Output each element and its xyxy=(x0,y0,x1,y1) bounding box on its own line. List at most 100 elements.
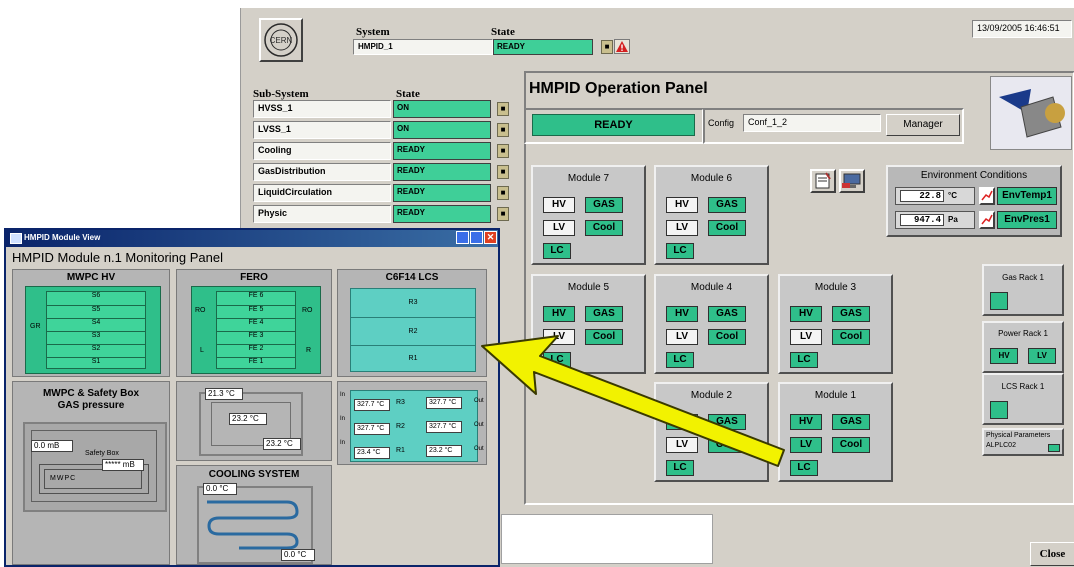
module-title: Module 6 xyxy=(690,173,733,184)
hv-button[interactable]: HV xyxy=(666,197,698,213)
lock-icon[interactable]: ■ xyxy=(497,186,509,200)
fero-row[interactable]: FE 4 xyxy=(217,318,295,332)
lcs-in-temp: 327.7 °C xyxy=(354,399,390,411)
hv-sector[interactable]: S1 xyxy=(47,357,145,370)
fero-row[interactable]: FE 3 xyxy=(217,331,295,345)
power-rack-panel[interactable]: Power Rack 1 HV LV xyxy=(982,321,1064,373)
gas-button[interactable]: GAS xyxy=(585,306,623,322)
safety-box-label: Safety Box xyxy=(85,450,119,457)
subsystem-name: HVSS_1 xyxy=(253,100,391,118)
warning-icon[interactable] xyxy=(614,39,630,54)
gas-button[interactable]: GAS xyxy=(832,306,870,322)
power-lv-button[interactable]: LV xyxy=(1028,348,1056,364)
lock-icon[interactable]: ■ xyxy=(497,144,509,158)
hv-sector[interactable]: S4 xyxy=(47,318,145,332)
subsystem-state[interactable]: READY xyxy=(393,184,491,202)
cool-button[interactable]: Cool xyxy=(832,329,870,345)
module-view-title: HMPID Module n.1 Monitoring Panel xyxy=(12,250,223,265)
config-input[interactable]: Conf_1_2 xyxy=(743,114,881,132)
cool-button[interactable]: Cool xyxy=(708,220,746,236)
env-pres-button[interactable]: EnvPres1 xyxy=(997,211,1057,229)
lcs-radiator-label: R3 xyxy=(396,399,405,406)
fero-row[interactable]: FE 6 xyxy=(217,292,295,305)
system-state-badge[interactable]: READY xyxy=(493,39,593,55)
gas-button[interactable]: GAS xyxy=(832,414,870,430)
lock-icon[interactable]: ■ xyxy=(497,165,509,179)
physical-parameters-panel[interactable]: Physical Parameters ALPLC02 xyxy=(982,428,1064,456)
system-label: System xyxy=(356,26,390,38)
cool-button[interactable]: Cool xyxy=(832,437,870,453)
lcs-out-temp: 327.7 °C xyxy=(426,397,462,409)
subsystem-state[interactable]: READY xyxy=(393,205,491,223)
ready-button[interactable]: READY xyxy=(532,114,695,136)
cool-button[interactable]: Cool xyxy=(585,220,623,236)
module-7[interactable]: Module 7 HV GAS LV Cool LC xyxy=(531,165,646,265)
module-title: Module 7 xyxy=(567,173,610,184)
system-field: HMPID_1 xyxy=(353,39,493,55)
gas-button[interactable]: GAS xyxy=(708,306,746,322)
window-icon xyxy=(10,233,22,244)
lcs-rack-status[interactable] xyxy=(990,401,1008,419)
hv-sector[interactable]: S6 xyxy=(47,292,145,305)
hv-button[interactable]: HV xyxy=(543,306,575,322)
gas-button[interactable]: GAS xyxy=(708,197,746,213)
lv-button[interactable]: LV xyxy=(666,220,698,236)
manager-button[interactable]: Manager xyxy=(886,114,960,136)
message-area xyxy=(501,514,713,564)
lcs-radiator[interactable]: R2 xyxy=(351,317,475,346)
fero-row[interactable]: FE 1 xyxy=(217,357,295,370)
hv-sector[interactable]: S3 xyxy=(47,331,145,345)
subsystem-state[interactable]: READY xyxy=(393,142,491,160)
minimize-button[interactable] xyxy=(456,231,469,244)
lcs-rack-panel[interactable]: LCS Rack 1 xyxy=(982,373,1064,425)
subsystem-state[interactable]: ON xyxy=(393,100,491,118)
power-hv-button[interactable]: HV xyxy=(990,348,1018,364)
subsystem-name: LVSS_1 xyxy=(253,121,391,139)
notepad-icon[interactable] xyxy=(810,169,836,193)
lock-icon[interactable]: ■ xyxy=(601,40,613,54)
hv-button[interactable]: HV xyxy=(666,306,698,322)
lcs-radiator[interactable]: R3 xyxy=(351,289,475,317)
gas-rack-status[interactable] xyxy=(990,292,1008,310)
lcs-in-temp: 327.7 °C xyxy=(354,423,390,435)
lcs-radiators: R3 R2 R1 xyxy=(350,288,476,372)
close-button[interactable]: Close xyxy=(1030,542,1074,566)
env-temp-button[interactable]: EnvTemp1 xyxy=(997,187,1057,205)
monitor-icon[interactable] xyxy=(839,169,865,193)
cooling-panel: COOLING SYSTEM 0.0 °C 0.0 °C xyxy=(176,465,332,565)
lv-button[interactable]: LV xyxy=(543,220,575,236)
trend-icon[interactable] xyxy=(979,187,995,205)
cooling-title: COOLING SYSTEM xyxy=(208,469,300,480)
hv-sector[interactable]: S5 xyxy=(47,305,145,319)
lock-icon[interactable]: ■ xyxy=(497,207,509,221)
pointer-arrow xyxy=(481,335,785,467)
lcs-radiator[interactable]: R1 xyxy=(351,345,475,372)
module-6[interactable]: Module 6 HV GAS LV Cool LC xyxy=(654,165,769,265)
fero-row[interactable]: FE 2 xyxy=(217,344,295,358)
subsystem-state[interactable]: READY xyxy=(393,163,491,181)
fero-row[interactable]: FE 5 xyxy=(217,305,295,319)
hv-sectors: S6 S5 S4 S3 S2 S1 xyxy=(46,291,146,369)
hv-button[interactable]: HV xyxy=(543,197,575,213)
gas-rack-panel[interactable]: Gas Rack 1 xyxy=(982,264,1064,316)
lock-icon[interactable]: ■ xyxy=(497,123,509,137)
subsystem-state[interactable]: ON xyxy=(393,121,491,139)
physical-parameters-label: Physical Parameters xyxy=(986,432,1051,439)
lc-button[interactable]: LC xyxy=(666,243,694,259)
cern-logo: CERN xyxy=(259,18,303,62)
lcs-out-temp: 327.7 °C xyxy=(426,421,462,433)
fero-panel: FERO FE 6 FE 5 FE 4 FE 3 FE 2 FE 1 RO RO… xyxy=(176,269,332,377)
close-window-button[interactable]: ✕ xyxy=(484,231,497,244)
hv-sector[interactable]: S2 xyxy=(47,344,145,358)
trend-icon[interactable] xyxy=(979,211,995,229)
module-view-window: HMPID Module View ✕ HMPID Module n.1 Mon… xyxy=(4,228,500,567)
module-view-titlebar[interactable]: HMPID Module View ✕ xyxy=(6,230,498,247)
hv-button[interactable]: HV xyxy=(790,306,822,322)
gas-button[interactable]: GAS xyxy=(585,197,623,213)
fero-l-label: L xyxy=(200,347,204,354)
hv-side-label: GR xyxy=(30,323,41,330)
lock-icon[interactable]: ■ xyxy=(497,102,509,116)
svg-text:CERN: CERN xyxy=(270,36,293,45)
maximize-button[interactable] xyxy=(470,231,483,244)
lc-button[interactable]: LC xyxy=(543,243,571,259)
